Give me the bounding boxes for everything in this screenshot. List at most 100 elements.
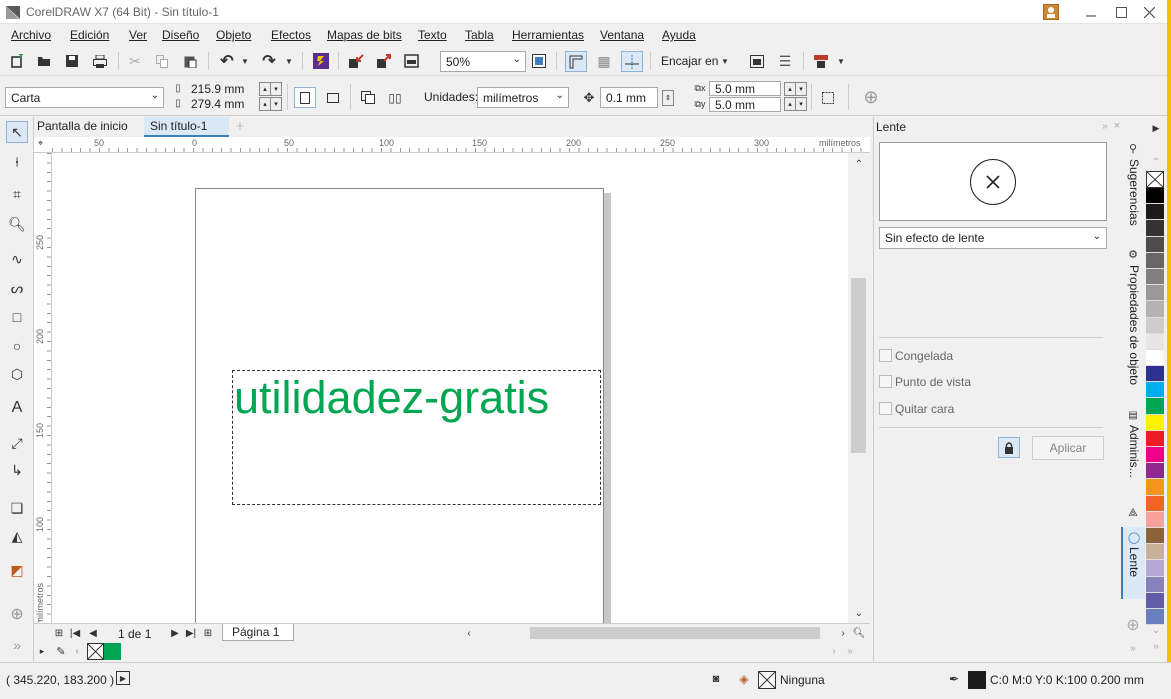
crop-tool-icon[interactable]: ⌗ (6, 183, 28, 205)
duplicate-y-input[interactable]: 5.0 mm (709, 97, 781, 112)
polygon-tool-icon[interactable]: ⬡ (6, 363, 28, 385)
expand-toolbox-icon[interactable]: » (6, 637, 28, 653)
export-icon[interactable] (375, 52, 393, 70)
no-fill-swatch[interactable] (1146, 171, 1164, 188)
save-icon[interactable] (63, 52, 81, 70)
text-selection-box[interactable]: utilidadez-gratis (232, 370, 601, 505)
apply-button[interactable]: Aplicar (1032, 436, 1104, 460)
page-width-spinner-down[interactable]: ▾ (270, 82, 282, 96)
menu-edicion[interactable]: Edición (70, 28, 109, 42)
palette-menu-icon[interactable]: ▶ (1148, 121, 1164, 135)
color-proofing-icon[interactable]: ◙ (708, 671, 724, 687)
color-swatch[interactable] (1146, 463, 1164, 480)
menu-efectos[interactable]: Efectos (271, 28, 311, 42)
color-swatch[interactable] (1146, 366, 1164, 383)
add-tool-icon[interactable]: ⊕ (6, 603, 28, 625)
tab-object-manager[interactable]: Adminis... (1127, 425, 1141, 478)
tab-object-properties[interactable]: Propiedades de objeto (1127, 265, 1141, 385)
palette-scroll-right-icon[interactable]: › (829, 644, 839, 658)
last-page-icon[interactable]: ▶| (184, 626, 198, 640)
color-swatch[interactable] (1146, 188, 1164, 205)
color-swatch[interactable] (1146, 220, 1164, 237)
new-tab-icon[interactable]: + (232, 117, 248, 135)
rectangle-tool-icon[interactable]: □ (6, 306, 28, 328)
search-content-icon[interactable] (312, 52, 330, 70)
pick-tool-icon[interactable]: ↖ (6, 121, 28, 143)
color-swatch[interactable] (1146, 204, 1164, 221)
scroll-down-icon[interactable]: ⌄ (851, 606, 867, 620)
menu-tabla[interactable]: Tabla (465, 28, 494, 42)
hints-tab-icon[interactable]: ⚲ (1125, 139, 1141, 157)
scroll-left-icon[interactable]: ‹ (462, 626, 476, 640)
full-screen-icon[interactable] (530, 52, 548, 70)
user-avatar-icon[interactable] (1043, 4, 1059, 20)
options-icon[interactable] (748, 52, 766, 70)
color-swatch[interactable] (1146, 560, 1164, 577)
color-swatch[interactable] (1146, 252, 1164, 269)
add-page-before-icon[interactable]: ⊞ (52, 626, 66, 640)
duplicate-x-input[interactable]: 5.0 mm (709, 81, 781, 96)
status-play-icon[interactable]: ▶ (116, 671, 130, 685)
page-height-input[interactable]: 279.4 mm (186, 97, 256, 111)
first-page-icon[interactable]: |◀ (68, 626, 82, 640)
color-swatch[interactable] (1146, 333, 1164, 350)
interactive-fill-tool-icon[interactable]: ◩ (6, 559, 28, 581)
parallel-dimension-tool-icon[interactable]: ⤢ (6, 432, 28, 454)
menu-ver[interactable]: Ver (129, 28, 147, 42)
menu-diseno[interactable]: Diseño (162, 28, 199, 42)
add-icon[interactable]: ⊕ (860, 87, 882, 108)
zoom-tool-icon[interactable]: 🔍︎ (6, 213, 28, 235)
undo-dropdown-icon[interactable]: ▼ (240, 52, 250, 70)
add-docker-icon[interactable]: ⊕ (1123, 615, 1143, 635)
palette-scroll-left-icon[interactable]: ‹ (72, 644, 82, 658)
customize-toolbar-icon[interactable] (812, 52, 830, 70)
import-icon[interactable] (347, 52, 365, 70)
color-swatch[interactable] (1146, 285, 1164, 302)
shape-tool-icon[interactable]: ⍿ (6, 151, 28, 173)
all-pages-icon[interactable] (358, 87, 378, 108)
lens-type-select[interactable]: Sin efecto de lente ⌄ (879, 227, 1107, 249)
page-tab[interactable]: Página 1 (222, 624, 294, 641)
nudge-distance-input[interactable]: 0.1 mm (600, 87, 658, 108)
color-swatch[interactable] (1146, 414, 1164, 431)
palette-scroll-up-icon[interactable]: ⌃ (1148, 155, 1164, 169)
menu-herramientas[interactable]: Herramientas (512, 28, 584, 42)
rulers-toggle-icon[interactable] (565, 51, 587, 72)
menu-archivo[interactable]: Archivo (11, 28, 51, 42)
redo-icon[interactable]: ↷ (260, 52, 278, 70)
palette-menu-icon[interactable]: ▸ (36, 644, 48, 658)
vertical-ruler[interactable]: 250 200 150 100 milímetros (34, 153, 52, 625)
freehand-tool-icon[interactable]: ∿ (6, 248, 28, 270)
portrait-icon[interactable] (294, 87, 316, 108)
next-page-icon[interactable]: ▶ (168, 626, 182, 640)
color-swatch[interactable] (1146, 527, 1164, 545)
transparency-tool-icon[interactable]: ◭ (6, 525, 28, 547)
lock-icon[interactable] (998, 437, 1020, 458)
palette-scroll-down-icon[interactable]: ⌄ (1148, 623, 1164, 637)
scroll-up-icon[interactable]: ⌃ (851, 157, 867, 171)
print-icon[interactable] (91, 52, 109, 70)
tab-welcome-screen[interactable]: Pantalla de inicio (37, 119, 128, 133)
viewpoint-checkbox[interactable] (879, 375, 892, 388)
snap-dropdown-icon[interactable]: ▼ (720, 52, 730, 70)
cut-icon[interactable]: ✂ (126, 52, 144, 70)
menu-mapas-de-bits[interactable]: Mapas de bits (327, 28, 402, 42)
artistic-text[interactable]: utilidadez-gratis (234, 372, 549, 424)
paste-icon[interactable] (181, 52, 199, 70)
tab-document[interactable]: Sin título-1 (144, 117, 229, 137)
scroll-right-icon[interactable]: › (836, 626, 850, 640)
treat-as-filled-icon[interactable] (817, 87, 839, 108)
object-manager-tab-icon[interactable]: ▤ (1125, 407, 1141, 423)
publish-pdf-icon[interactable] (403, 52, 421, 70)
outline-pen-icon[interactable]: ✒ (946, 671, 962, 687)
text-tool-icon[interactable]: A (6, 397, 28, 419)
ellipse-tool-icon[interactable]: ○ (6, 335, 28, 357)
color-swatch[interactable] (1146, 576, 1164, 593)
tab-lens-active[interactable]: ◯ Lente (1121, 527, 1145, 599)
fill-bucket-icon[interactable]: ◈ (736, 671, 752, 687)
customize-dropdown-icon[interactable]: ▼ (836, 52, 846, 70)
menu-ventana[interactable]: Ventana (600, 28, 644, 42)
landscape-icon[interactable] (322, 87, 344, 108)
open-folder-icon[interactable] (35, 52, 53, 70)
grid-toggle-icon[interactable]: ▦ (595, 52, 613, 70)
